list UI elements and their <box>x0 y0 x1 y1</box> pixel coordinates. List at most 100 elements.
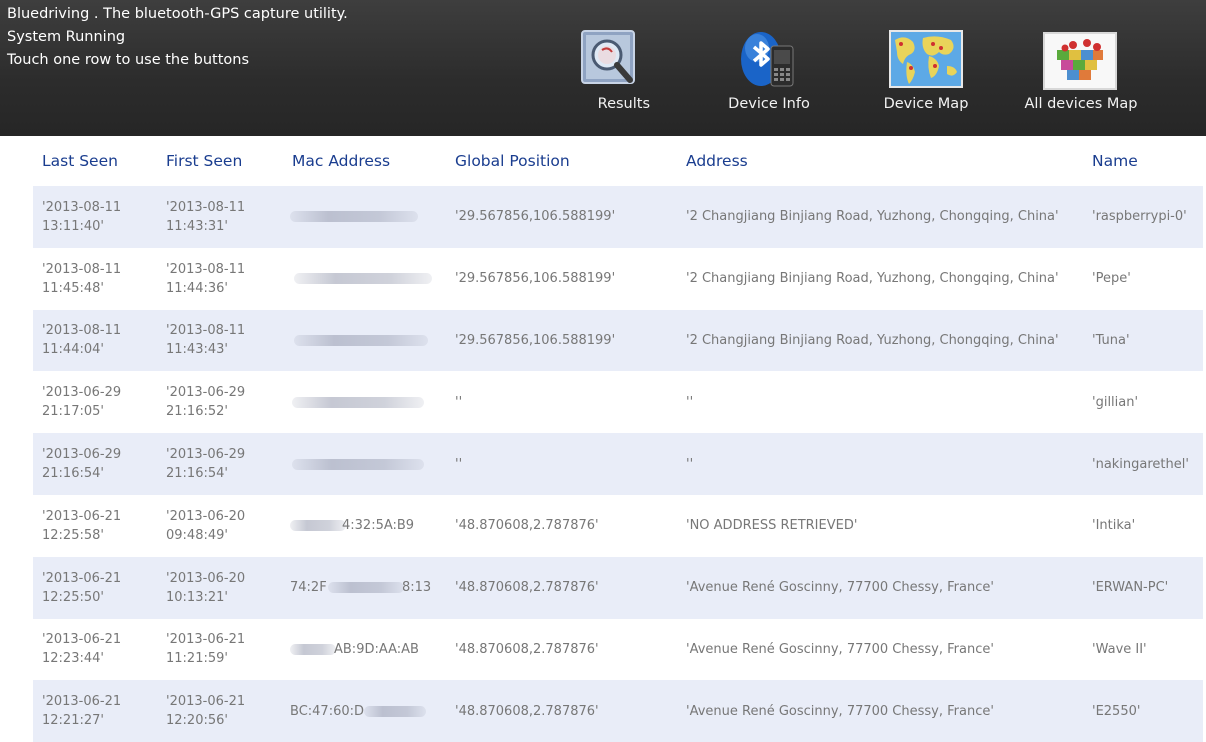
app-title: Bluedriving . The bluetooth-GPS capture … <box>7 6 348 22</box>
all-devices-map-button[interactable]: All devices Map <box>1013 28 1149 122</box>
device-name-cell: 'gillian' <box>1092 394 1139 410</box>
mac-address-cell: AB:9D:AA:AB <box>290 619 450 681</box>
address-cell: '2 Changjiang Binjiang Road, Yuzhong, Ch… <box>686 209 1059 225</box>
global-position-cell: '48.870608,2.787876' <box>455 703 599 719</box>
table-row[interactable]: '2013-08-11 13:11:40' '2013-08-11 11:43:… <box>33 186 1203 248</box>
global-position-cell: '48.870608,2.787876' <box>455 641 599 657</box>
last-seen-cell: '2013-06-29 21:16:54' <box>42 447 122 482</box>
column-header-first-seen[interactable]: First Seen <box>166 152 242 170</box>
device-name-cell: 'raspberrypi-0' <box>1092 209 1187 225</box>
device-name-cell: 'ERWAN-PC' <box>1092 580 1169 596</box>
device-name-cell: 'Intika' <box>1092 518 1136 534</box>
mac-address-cell: 4:32:5A:B9 <box>290 495 450 557</box>
global-position-cell: '29.567856,106.588199' <box>455 209 616 225</box>
mac-address-cell <box>290 371 450 433</box>
last-seen-cell: '2013-08-11 13:11:40' <box>42 199 122 234</box>
address-cell: 'Avenue René Goscinny, 77700 Chessy, Fra… <box>686 703 994 719</box>
map-pins-icon <box>1043 32 1117 90</box>
results-button[interactable]: Results <box>572 28 650 122</box>
redacted-mac <box>290 520 346 532</box>
device-name-cell: 'E2550' <box>1092 703 1141 719</box>
mac-address-cell <box>290 310 450 372</box>
mac-visible-part: BC:47:60:D <box>290 703 365 719</box>
mac-visible-tail: 8:13 <box>402 580 432 596</box>
address-cell: '' <box>686 456 694 472</box>
redacted-mac <box>364 705 426 717</box>
mac-address-cell <box>290 186 450 248</box>
device-name-cell: 'Tuna' <box>1092 332 1130 348</box>
world-map-icon <box>889 30 963 88</box>
table-row[interactable]: '2013-06-21 12:25:50' '2013-06-20 10:13:… <box>33 556 1203 619</box>
redacted-mac <box>290 211 418 223</box>
last-seen-cell: '2013-06-21 12:25:58' <box>42 508 122 543</box>
last-seen-cell: '2013-06-29 21:17:05' <box>42 385 122 420</box>
redacted-mac <box>328 582 404 594</box>
first-seen-cell: '2013-06-20 10:13:21' <box>166 570 246 605</box>
first-seen-cell: '2013-06-29 21:16:54' <box>166 447 246 482</box>
app-info: Bluedriving . The bluetooth-GPS capture … <box>7 3 348 72</box>
mac-visible-part: AB:9D:AA:AB <box>334 641 419 657</box>
table-row[interactable]: '2013-06-21 12:23:44' '2013-06-21 11:21:… <box>33 619 1203 681</box>
table-row[interactable]: '2013-06-29 21:17:05' '2013-06-29 21:16:… <box>33 371 1203 433</box>
results-label: Results <box>597 96 650 112</box>
magnifier-icon <box>581 30 635 84</box>
first-seen-cell: '2013-08-11 11:43:31' <box>166 199 246 234</box>
table-row[interactable]: '2013-08-11 11:45:48' '2013-08-11 11:44:… <box>33 248 1203 310</box>
results-table: Last Seen First Seen Mac Address Global … <box>33 136 1203 742</box>
column-header-mac-address[interactable]: Mac Address <box>292 152 390 170</box>
first-seen-cell: '2013-08-11 11:44:36' <box>166 261 246 296</box>
global-position-cell: '' <box>455 456 463 472</box>
device-name-cell: 'nakingarethel' <box>1092 456 1189 472</box>
last-seen-cell: '2013-08-11 11:45:48' <box>42 261 122 296</box>
instructions: Touch one row to use the buttons <box>7 52 250 68</box>
first-seen-cell: '2013-06-21 12:20:56' <box>166 694 246 729</box>
address-cell: '2 Changjiang Binjiang Road, Yuzhong, Ch… <box>686 332 1059 348</box>
global-position-cell: '48.870608,2.787876' <box>455 518 599 534</box>
table-row[interactable]: '2013-06-21 12:21:27' '2013-06-21 12:20:… <box>33 680 1203 742</box>
last-seen-cell: '2013-06-21 12:25:50' <box>42 570 122 605</box>
first-seen-cell: '2013-06-21 11:21:59' <box>166 632 246 667</box>
mac-visible-part: 74:2F <box>290 580 327 596</box>
first-seen-cell: '2013-06-29 21:16:52' <box>166 385 246 420</box>
system-status: System Running <box>7 29 126 45</box>
mac-address-cell: 74:2F 8:13 <box>290 557 450 619</box>
column-header-global-position[interactable]: Global Position <box>455 152 570 170</box>
address-cell: '' <box>686 394 694 410</box>
redacted-mac <box>294 334 428 346</box>
device-name-cell: 'Pepe' <box>1092 271 1131 287</box>
device-map-label: Device Map <box>883 96 969 112</box>
global-position-cell: '29.567856,106.588199' <box>455 271 616 287</box>
top-bar: Bluedriving . The bluetooth-GPS capture … <box>0 0 1206 136</box>
mac-address-cell <box>290 248 450 310</box>
table-header: Last Seen First Seen Mac Address Global … <box>33 136 1203 186</box>
column-header-name[interactable]: Name <box>1092 152 1138 170</box>
last-seen-cell: '2013-08-11 11:44:04' <box>42 323 122 358</box>
table-row[interactable]: '2013-06-21 12:25:58' '2013-06-20 09:48:… <box>33 495 1203 557</box>
address-cell: 'Avenue René Goscinny, 77700 Chessy, Fra… <box>686 641 994 657</box>
address-cell: 'Avenue René Goscinny, 77700 Chessy, Fra… <box>686 580 994 596</box>
mac-address-cell: BC:47:60:D <box>290 680 450 742</box>
device-info-label: Device Info <box>728 96 810 112</box>
last-seen-cell: '2013-06-21 12:21:27' <box>42 694 122 729</box>
last-seen-cell: '2013-06-21 12:23:44' <box>42 632 122 667</box>
global-position-cell: '48.870608,2.787876' <box>455 580 599 596</box>
redacted-mac <box>294 273 432 285</box>
mac-address-cell <box>290 433 450 495</box>
mac-visible-part: 4:32:5A:B9 <box>342 518 415 534</box>
first-seen-cell: '2013-06-20 09:48:49' <box>166 508 246 543</box>
device-map-button[interactable]: Device Map <box>873 28 979 122</box>
redacted-mac <box>292 396 424 408</box>
redacted-mac <box>290 643 336 655</box>
address-cell: '2 Changjiang Binjiang Road, Yuzhong, Ch… <box>686 271 1059 287</box>
column-header-address[interactable]: Address <box>686 152 748 170</box>
global-position-cell: '29.567856,106.588199' <box>455 332 616 348</box>
redacted-mac <box>292 458 424 470</box>
bluetooth-phone-icon <box>741 32 794 87</box>
column-header-last-seen[interactable]: Last Seen <box>42 152 118 170</box>
device-info-button[interactable]: Device Info <box>718 28 820 122</box>
global-position-cell: '' <box>455 394 463 410</box>
table-row[interactable]: '2013-06-29 21:16:54' '2013-06-29 21:16:… <box>33 433 1203 495</box>
address-cell: 'NO ADDRESS RETRIEVED' <box>686 518 858 534</box>
table-row[interactable]: '2013-08-11 11:44:04' '2013-08-11 11:43:… <box>33 309 1203 372</box>
first-seen-cell: '2013-08-11 11:43:43' <box>166 323 246 358</box>
